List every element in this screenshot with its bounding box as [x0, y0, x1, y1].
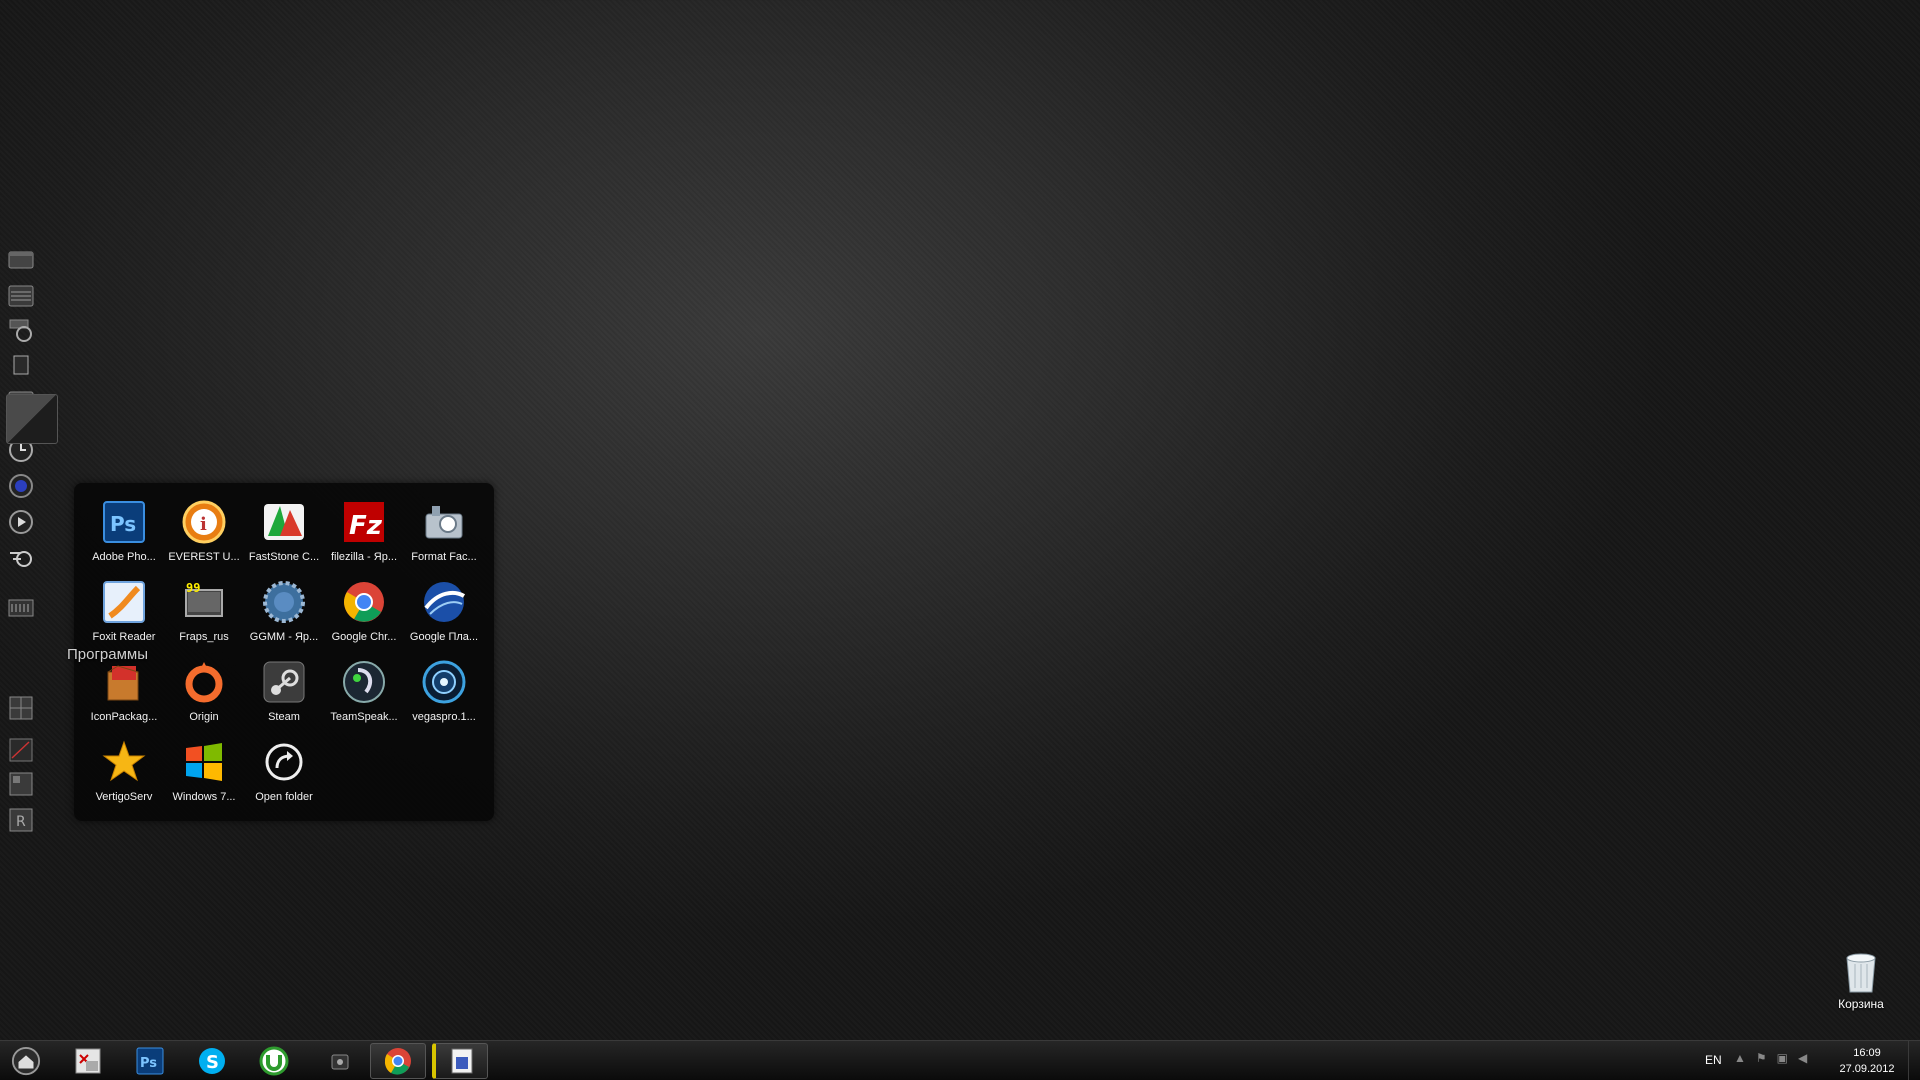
svg-text:Ps: Ps	[110, 512, 136, 536]
recycle-bin[interactable]: Корзина	[1826, 950, 1896, 1011]
tray-expand-icon[interactable]: ▲	[1734, 1051, 1746, 1065]
system-tray: ▲ ⚑ ▣ ◀	[1734, 1051, 1807, 1065]
home-icon	[11, 1046, 41, 1076]
language-indicator[interactable]: EN	[1705, 1053, 1722, 1067]
app-ggmm[interactable]: GGMM - Яр...	[244, 577, 324, 651]
app-vertigoserv[interactable]: VertigoServ	[84, 737, 164, 811]
iconpackager-icon	[99, 657, 149, 707]
app-adobe-photoshop[interactable]: Ps Adobe Pho...	[84, 497, 164, 571]
show-desktop-button[interactable]	[1908, 1041, 1920, 1080]
faststone-icon	[259, 497, 309, 547]
everest-icon: i	[179, 497, 229, 547]
fraps-icon: 99	[179, 577, 229, 627]
google-earth-icon	[419, 577, 469, 627]
dock-r-icon[interactable]: R	[6, 806, 36, 834]
app-open-folder[interactable]: Open folder	[244, 737, 324, 811]
taskbar: Ps S EN ▲ ⚑ ▣ ◀ 16:09 27.09.2012	[0, 1040, 1920, 1080]
dock-document-icon[interactable]	[6, 352, 36, 380]
app-origin[interactable]: Origin	[164, 657, 244, 731]
vegas-icon	[419, 657, 469, 707]
svg-text:Fz: Fz	[349, 511, 383, 541]
app-format-factory[interactable]: Format Fac...	[404, 497, 484, 571]
app-faststone-capture[interactable]: FastStone C...	[244, 497, 324, 571]
clock-time: 16:09	[1853, 1047, 1881, 1059]
media-file-icon	[451, 1048, 472, 1074]
dock-camera-icon[interactable]	[6, 472, 36, 500]
dock-calculator-icon[interactable]	[6, 694, 36, 722]
dock-grid-icon[interactable]	[6, 770, 36, 798]
taskbar-clock[interactable]: 16:09 27.09.2012	[1832, 1045, 1902, 1077]
filezilla-icon: Fz	[339, 497, 389, 547]
app-iconpackager[interactable]: IconPackag...	[84, 657, 164, 731]
taskbar-utorrent[interactable]	[246, 1043, 302, 1079]
format-factory-icon	[419, 497, 469, 547]
photoshop-icon: Ps	[136, 1047, 164, 1075]
dock-calendar-icon[interactable]	[6, 282, 36, 310]
svg-text:i: i	[200, 514, 207, 535]
dock-keyboard-icon[interactable]	[6, 594, 36, 622]
app-fraps[interactable]: 99 Fraps_rus	[164, 577, 244, 651]
start-button[interactable]	[8, 1045, 44, 1077]
camera-icon	[331, 1054, 349, 1070]
taskbar-camera[interactable]	[312, 1043, 368, 1079]
app-google-chrome[interactable]: Google Chr...	[324, 577, 404, 651]
taskbar-skype[interactable]: S	[184, 1043, 240, 1079]
app-windows-7[interactable]: Windows 7...	[164, 737, 244, 811]
svg-text:R: R	[16, 814, 26, 830]
tray-volume-icon[interactable]: ◀	[1798, 1051, 1807, 1065]
svg-text:Ps: Ps	[140, 1056, 157, 1071]
vertigo-icon	[99, 737, 149, 787]
svg-text:99: 99	[186, 581, 200, 595]
clock-date: 27.09.2012	[1839, 1063, 1895, 1075]
app-everest[interactable]: i EVEREST U...	[164, 497, 244, 571]
dock-player-icon[interactable]	[6, 508, 36, 536]
taskbar-photoshop[interactable]: Ps	[122, 1043, 178, 1079]
skype-icon: S	[199, 1048, 225, 1074]
ggmm-icon	[259, 577, 309, 627]
foxit-icon	[99, 577, 149, 627]
tray-flag-icon[interactable]: ⚑	[1756, 1051, 1767, 1065]
open-folder-icon	[259, 737, 309, 787]
programs-folder-label: Программы	[67, 646, 149, 663]
tray-network-icon[interactable]: ▣	[1777, 1051, 1788, 1065]
dock-window-icon[interactable]	[6, 246, 36, 274]
taskbar-document-app[interactable]	[60, 1043, 116, 1079]
taskbar-media-file[interactable]	[432, 1043, 488, 1079]
dock-blender-icon[interactable]	[6, 543, 36, 571]
teamspeak-icon	[339, 657, 389, 707]
dock-chart-icon[interactable]	[6, 736, 36, 764]
utorrent-icon	[259, 1046, 289, 1076]
app-foxit-reader[interactable]: Foxit Reader	[84, 577, 164, 651]
chrome-icon	[339, 577, 389, 627]
document-icon	[75, 1048, 101, 1074]
recycle-bin-icon	[1846, 953, 1876, 993]
app-google-earth[interactable]: Google Пла...	[404, 577, 484, 651]
app-steam[interactable]: Steam	[244, 657, 324, 731]
app-vegas-pro[interactable]: vegaspro.1...	[404, 657, 484, 731]
taskbar-chrome[interactable]	[370, 1043, 426, 1079]
windows-icon	[179, 737, 229, 787]
steam-icon	[259, 657, 309, 707]
svg-text:S: S	[206, 1052, 219, 1073]
dock-programs-folder-icon[interactable]	[6, 394, 58, 444]
app-teamspeak[interactable]: TeamSpeak...	[324, 657, 404, 731]
app-filezilla[interactable]: Fz filezilla - Яр...	[324, 497, 404, 571]
origin-icon	[179, 657, 229, 707]
dock-tools-icon[interactable]	[6, 316, 36, 344]
chrome-icon	[384, 1048, 411, 1075]
photoshop-icon: Ps	[99, 497, 149, 547]
